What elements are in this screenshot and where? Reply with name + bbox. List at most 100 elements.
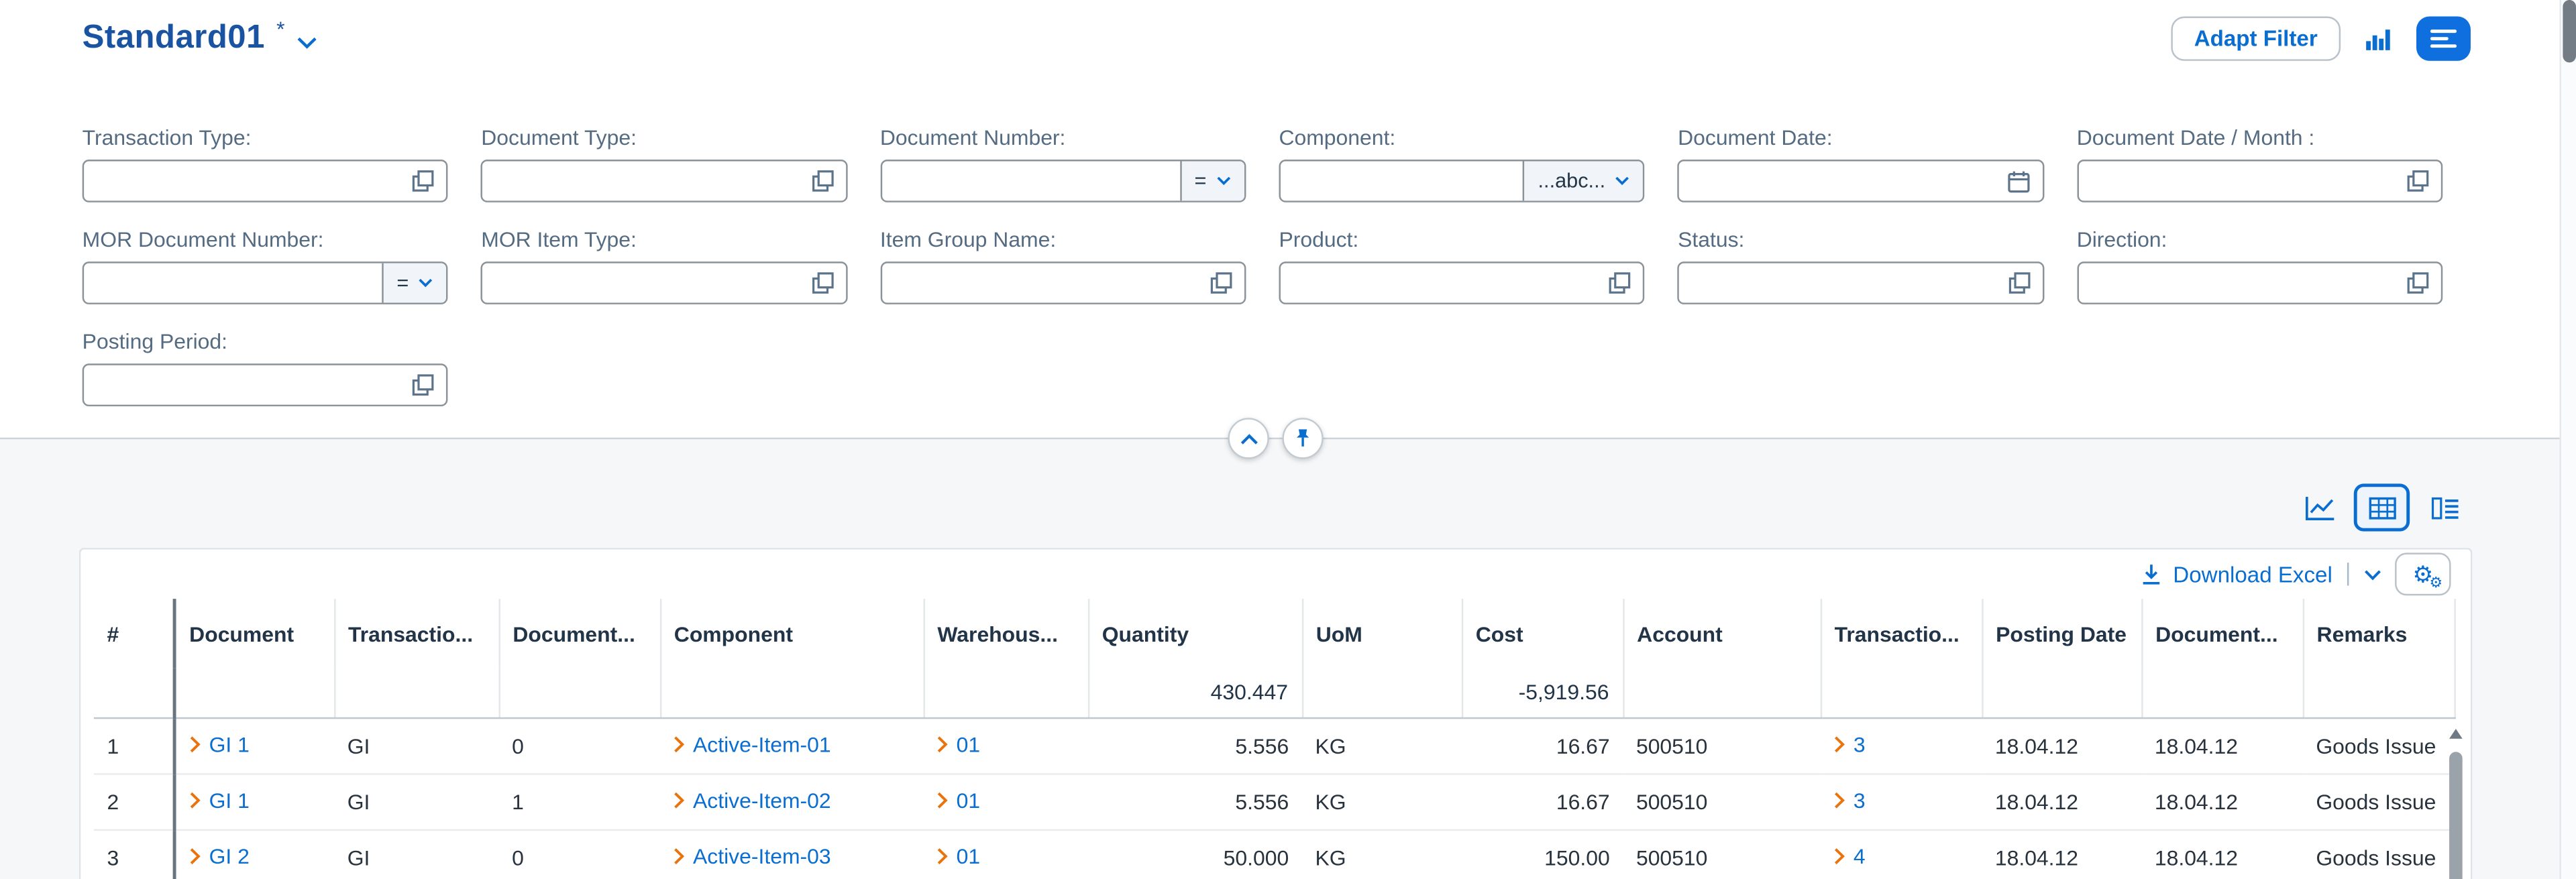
filter-input-component[interactable]: ...abc... <box>1279 160 1645 202</box>
cell-document: 0 <box>498 717 659 773</box>
value-help-button[interactable] <box>1203 272 1244 294</box>
filter-input-direction[interactable] <box>2077 261 2443 304</box>
cell-link[interactable]: Active-Item-03 <box>693 844 831 869</box>
adapt-filter-button[interactable]: Adapt Filter <box>2171 15 2341 60</box>
calendar-button[interactable] <box>1999 169 2042 194</box>
column-header-1-document[interactable]: Document <box>174 599 334 668</box>
column-header-4-component[interactable]: Component <box>660 599 924 668</box>
chevron-down-icon <box>297 36 318 50</box>
download-menu-button[interactable] <box>2363 569 2381 580</box>
total-quantity: 430.447 <box>1088 668 1302 717</box>
column-header-13-remarks[interactable]: Remarks <box>2303 599 2455 668</box>
cell-link[interactable]: Active-Item-02 <box>693 788 831 813</box>
gear-small-icon: ⚙ <box>2429 574 2443 592</box>
cell-warehous: 01 <box>924 717 1088 773</box>
operator-select[interactable]: = <box>382 263 446 303</box>
cell-remarks: Goods Issue <box>2303 773 2455 829</box>
operator-select[interactable]: = <box>1179 161 1244 200</box>
filter-input-document-number[interactable]: = <box>880 160 1246 202</box>
cell-account: 500510 <box>1623 829 1820 879</box>
download-excel-link[interactable]: Download Excel <box>2140 562 2332 587</box>
column-header-8-cost[interactable]: Cost <box>1462 599 1623 668</box>
column-header-11-posting-date[interactable]: Posting Date <box>1982 599 2141 668</box>
operator-value: = <box>1195 170 1207 192</box>
total-cell <box>334 668 498 717</box>
link-cell-content: 01 <box>936 844 980 869</box>
cell-transactio: 3 <box>1821 773 1982 829</box>
cell-link[interactable]: 01 <box>957 844 981 869</box>
value-help-button[interactable] <box>2001 272 2042 294</box>
cell-transactio: GI <box>334 717 498 773</box>
column-header-7-uom[interactable]: UoM <box>1302 599 1462 668</box>
filter-input-status[interactable] <box>1678 261 2044 304</box>
chevron-down-icon <box>1615 176 1630 186</box>
value-help-button[interactable] <box>2400 272 2440 294</box>
variant-chevron[interactable] <box>297 36 318 50</box>
app-root: Standard01 * Adapt Filter Transaction Ty… <box>0 0 2576 879</box>
filter-input-item-group-name[interactable] <box>880 261 1246 304</box>
cell-link[interactable]: GI 1 <box>209 788 250 813</box>
value-help-icon <box>2406 272 2429 294</box>
nav-chevron-icon <box>936 847 948 866</box>
chart-view-button[interactable] <box>2292 483 2347 531</box>
cell-link[interactable]: GI 2 <box>209 844 250 869</box>
variant-selector[interactable]: Standard01 * <box>83 19 318 56</box>
column-header-12-document[interactable]: Document... <box>2141 599 2302 668</box>
table-scrollbar-thumb[interactable] <box>2449 752 2463 879</box>
cell-link[interactable]: GI 1 <box>209 732 250 757</box>
filter-input-posting-period[interactable] <box>83 363 449 406</box>
cell-link[interactable]: Active-Item-01 <box>693 732 831 757</box>
value-help-button[interactable] <box>405 373 446 396</box>
filter-label: Document Date: <box>1678 125 2044 151</box>
chevron-down-icon <box>2363 569 2381 580</box>
cell-link[interactable]: 3 <box>1854 788 1866 813</box>
column-header-3-document[interactable]: Document... <box>498 599 659 668</box>
filter-label: Status: <box>1678 227 2044 253</box>
table-scrollbar[interactable] <box>2449 721 2463 879</box>
filter-input-mor-document-number[interactable]: = <box>83 261 449 304</box>
table-view-button[interactable] <box>2354 483 2410 531</box>
filter-input-transaction-type[interactable] <box>83 160 449 202</box>
filter-label: Document Date / Month : <box>2077 125 2443 151</box>
filter-input-mor-item-type[interactable] <box>481 261 847 304</box>
menu-lines-icon <box>2430 27 2458 48</box>
value-help-button[interactable] <box>804 272 845 294</box>
table-body: 1GI 1GI0Active-Item-01015.556KG16.675005… <box>94 717 2455 879</box>
value-help-icon <box>412 170 435 192</box>
column-header-2-transactio[interactable]: Transactio... <box>334 599 498 668</box>
column-chart-button[interactable] <box>2365 25 2392 50</box>
cell-link[interactable]: 01 <box>957 732 981 757</box>
pin-filter-button[interactable] <box>1282 418 1323 459</box>
cell-link[interactable]: 01 <box>957 788 981 813</box>
total-cell <box>498 668 659 717</box>
collapse-filter-button[interactable] <box>1228 418 1269 459</box>
value-help-button[interactable] <box>2400 170 2440 192</box>
column-header-6-quantity[interactable]: Quantity <box>1088 599 1302 668</box>
column-header-9-account[interactable]: Account <box>1623 599 1820 668</box>
column-header-5-warehous[interactable]: Warehous... <box>924 599 1088 668</box>
value-help-button[interactable] <box>804 170 845 192</box>
table-grid-icon <box>2368 496 2396 519</box>
column-header-0-col[interactable]: # <box>94 599 174 668</box>
page-scrollbar[interactable] <box>2559 0 2576 879</box>
total-cell <box>94 668 174 717</box>
cell-link[interactable]: 4 <box>1854 844 1866 869</box>
operator-select[interactable]: ...abc... <box>1523 161 1643 200</box>
filter-input-product[interactable] <box>1279 261 1645 304</box>
filter-input-document-date-month[interactable] <box>2077 160 2443 202</box>
filter-field-item-group-name: Item Group Name: <box>880 227 1246 304</box>
cell-link[interactable]: 3 <box>1854 732 1866 757</box>
column-header-10-transactio[interactable]: Transactio... <box>1821 599 1982 668</box>
value-help-button[interactable] <box>1602 272 1643 294</box>
filter-field-mor-item-type: MOR Item Type: <box>481 227 847 304</box>
filter-input-document-type[interactable] <box>481 160 847 202</box>
view-settings-button[interactable] <box>2416 15 2471 60</box>
scroll-up-icon[interactable] <box>2449 729 2463 739</box>
value-help-button[interactable] <box>405 170 446 192</box>
table-settings-button[interactable]: ⚙⚙ <box>2395 552 2451 595</box>
chevron-down-icon <box>419 278 433 288</box>
filter-input-document-date[interactable] <box>1678 160 2044 202</box>
page-scrollbar-thumb[interactable] <box>2563 0 2576 62</box>
filter-field-transaction-type: Transaction Type: <box>83 125 449 202</box>
mixed-view-button[interactable] <box>2416 483 2472 531</box>
